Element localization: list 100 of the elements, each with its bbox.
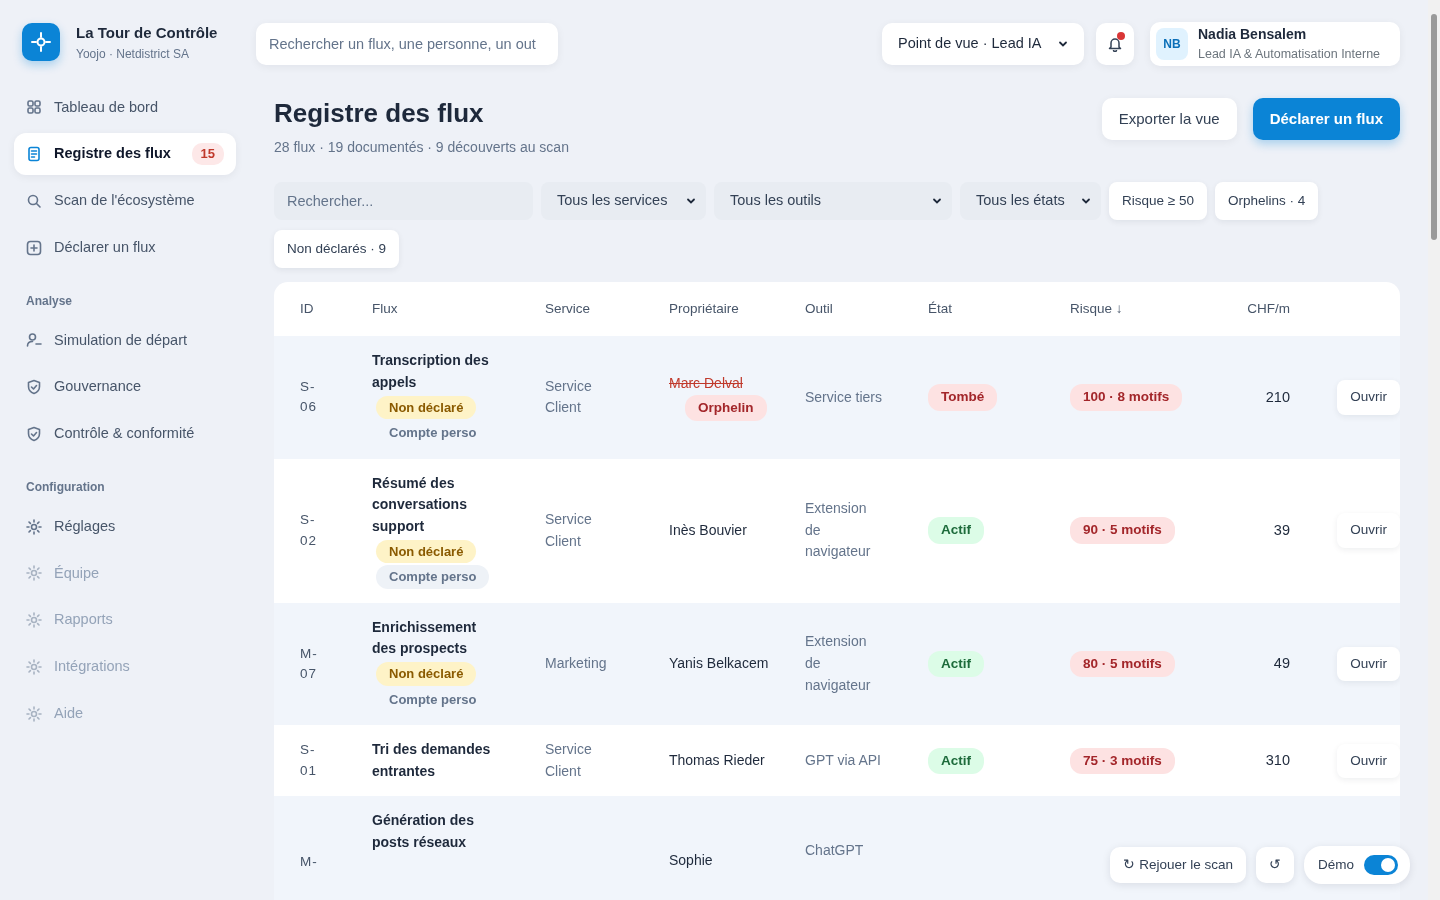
column-header[interactable]: Flux: [372, 285, 545, 334]
row-id: M-07: [300, 644, 319, 683]
risk-tag: 100 · 8 motifs: [1070, 384, 1183, 411]
sidebar-item[interactable]: Déclarer un flux: [14, 226, 236, 269]
service-name: Service Client: [545, 376, 593, 418]
column-header[interactable]: Propriétaire: [669, 285, 805, 334]
flow-name: Tri des demandes entrantes: [372, 740, 492, 781]
avatar: NB: [1156, 28, 1188, 60]
export-button[interactable]: Exporter la vue: [1101, 98, 1237, 140]
sidebar-item[interactable]: Scan de l'écosystème: [14, 180, 236, 222]
column-header[interactable]: Service: [545, 285, 669, 334]
owner-name: Sophie: [669, 851, 714, 871]
state-tag: Actif: [928, 747, 984, 774]
sidebar-item[interactable]: Gouvernance: [14, 366, 236, 408]
column-header[interactable]: Outil: [805, 285, 928, 334]
owner-name: Thomas Rieder: [669, 750, 766, 770]
shield-icon: [26, 379, 42, 396]
tool-name: GPT via API: [805, 750, 882, 770]
account-tag: Compte perso: [376, 565, 490, 589]
page-title: Registre des flux: [274, 98, 485, 130]
app-title: La Tour de Contrôle: [76, 23, 218, 43]
caret-icon: [1058, 39, 1068, 49]
column-header[interactable]: ID: [300, 285, 372, 334]
flow-name: Transcription des appels: [372, 351, 490, 392]
user-role: Lead IA & Automatisation Interne: [1198, 46, 1381, 64]
state-tag: Actif: [928, 650, 984, 677]
cost-value: 210: [1265, 388, 1290, 405]
row-id: S-01: [300, 741, 319, 780]
flow-name: Génération des posts réseaux: [372, 811, 475, 853]
search-field[interactable]: Rechercher...: [274, 182, 533, 221]
row-id: S-02: [300, 511, 319, 550]
gear-icon: [26, 658, 42, 675]
crosshair-icon: [31, 32, 51, 53]
demo-label: Démo: [1318, 855, 1354, 874]
filter-select[interactable]: Tous les états: [960, 182, 1101, 221]
sidebar-item[interactable]: Tableau de bord: [14, 86, 236, 129]
declare-button[interactable]: Déclarer un flux: [1252, 98, 1400, 140]
filter-chip[interactable]: Non déclarés · 9: [274, 230, 400, 269]
column-header[interactable]: Risque ↓: [1070, 285, 1212, 334]
grid-icon: [26, 99, 42, 116]
owner-name: Inès Bouvier: [669, 520, 748, 540]
gear-icon: [26, 565, 42, 582]
state-tag: Actif: [928, 517, 984, 544]
tool-name: Extension de navigateur: [805, 499, 872, 562]
scrollbar[interactable]: [1428, 0, 1440, 900]
column-header[interactable]: CHF/m: [1212, 285, 1290, 334]
cost-value: 39: [1273, 521, 1290, 538]
tool-name: Service tiers: [805, 387, 884, 407]
section-heading: Analyse: [25, 292, 74, 310]
reset-button[interactable]: ↺: [1256, 847, 1294, 883]
service-name: Service Client: [545, 509, 593, 551]
column-header[interactable]: État: [928, 285, 1070, 334]
gear-icon: [26, 705, 42, 722]
flow-name: Résumé des conversations support: [372, 473, 468, 536]
cost-value: 310: [1265, 751, 1290, 768]
bell-icon: [1108, 36, 1122, 52]
person-icon: [26, 332, 42, 349]
sidebar-item[interactable]: Réglages: [14, 505, 236, 548]
sidebar-item[interactable]: Simulation de départ: [14, 319, 236, 362]
status-tag: Non déclaré: [376, 539, 477, 564]
replay-scan-button[interactable]: ↻ Rejouer le scan: [1110, 847, 1246, 883]
open-button[interactable]: Ouvrir: [1337, 380, 1400, 415]
orphan-tag: Orphelin: [685, 395, 767, 422]
flow-name: Enrichissement des prospects: [372, 617, 478, 659]
state-tag: Tombé: [928, 384, 998, 411]
filter-select[interactable]: Tous les services: [541, 182, 706, 221]
service-name: Service Client: [545, 740, 593, 781]
notifications-button[interactable]: [1096, 23, 1134, 65]
status-tag: Non déclaré: [376, 662, 477, 686]
tool-name: ChatGPT: [805, 841, 865, 861]
open-button[interactable]: Ouvrir: [1337, 743, 1400, 778]
gear-icon: [26, 612, 42, 629]
filter-select[interactable]: Tous les outils: [714, 182, 952, 221]
app-subtitle: Yoojo · Netdistrict SA: [76, 45, 190, 63]
viewpoint-select[interactable]: Point de vue · Lead IA: [882, 23, 1084, 65]
search-field[interactable]: Rechercher un flux, une personne, un out: [256, 23, 558, 65]
filter-chip[interactable]: Risque ≥ 50: [1109, 182, 1207, 221]
sidebar-item[interactable]: Contrôle & conformité: [14, 413, 236, 455]
demo-toggle[interactable]: [1364, 855, 1398, 875]
document-icon: [26, 146, 42, 163]
row-id: M-: [300, 853, 319, 872]
section-heading: Configuration: [25, 478, 106, 496]
gear-icon: [26, 518, 42, 535]
filter-chip[interactable]: Orphelins · 4: [1214, 182, 1319, 221]
count-badge: 15: [191, 143, 224, 165]
user-name: Nadia Bensalem: [1198, 25, 1308, 45]
shield-icon: [26, 425, 42, 442]
status-tag: Non déclaré: [376, 395, 477, 420]
owner-name: Yanis Belkacem: [669, 653, 769, 673]
risk-tag: 80 · 5 motifs: [1070, 650, 1175, 677]
cost-value: 49: [1273, 654, 1290, 671]
open-button[interactable]: Ouvrir: [1337, 646, 1400, 681]
sidebar-item[interactable]: Registre des flux 15: [14, 133, 236, 175]
row-id: S-06: [300, 378, 319, 417]
tool-name: Extension de navigateur: [805, 632, 872, 695]
user-card[interactable]: NB Nadia Bensalem Lead IA & Automatisation Interne: [1150, 22, 1400, 66]
scrollbar-thumb[interactable]: [1431, 14, 1437, 240]
open-button[interactable]: Ouvrir: [1337, 513, 1400, 548]
service-name: Marketing: [545, 653, 608, 673]
owner-name: Marc Delval: [669, 374, 744, 394]
